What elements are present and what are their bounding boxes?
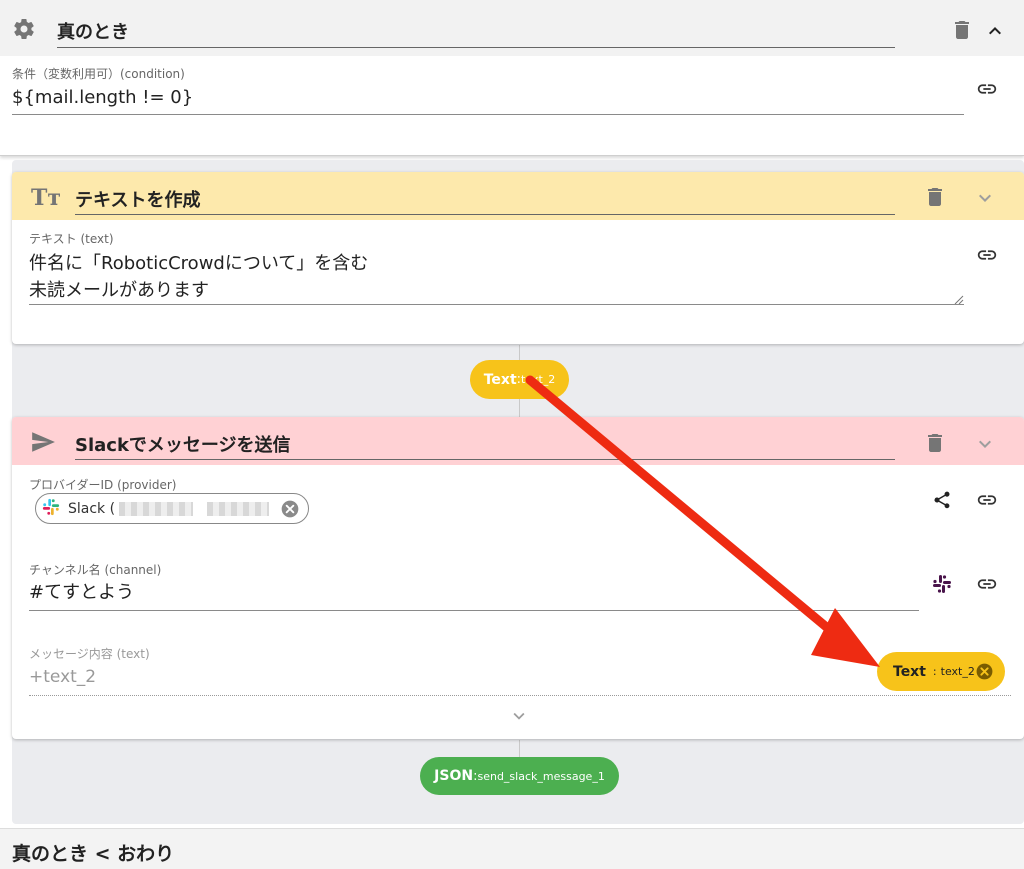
end-condition-title: 真のとき < おわり — [12, 843, 175, 865]
end-condition-bar: 真のとき < おわり — [0, 828, 1024, 869]
annotation-arrow-icon — [525, 375, 880, 667]
